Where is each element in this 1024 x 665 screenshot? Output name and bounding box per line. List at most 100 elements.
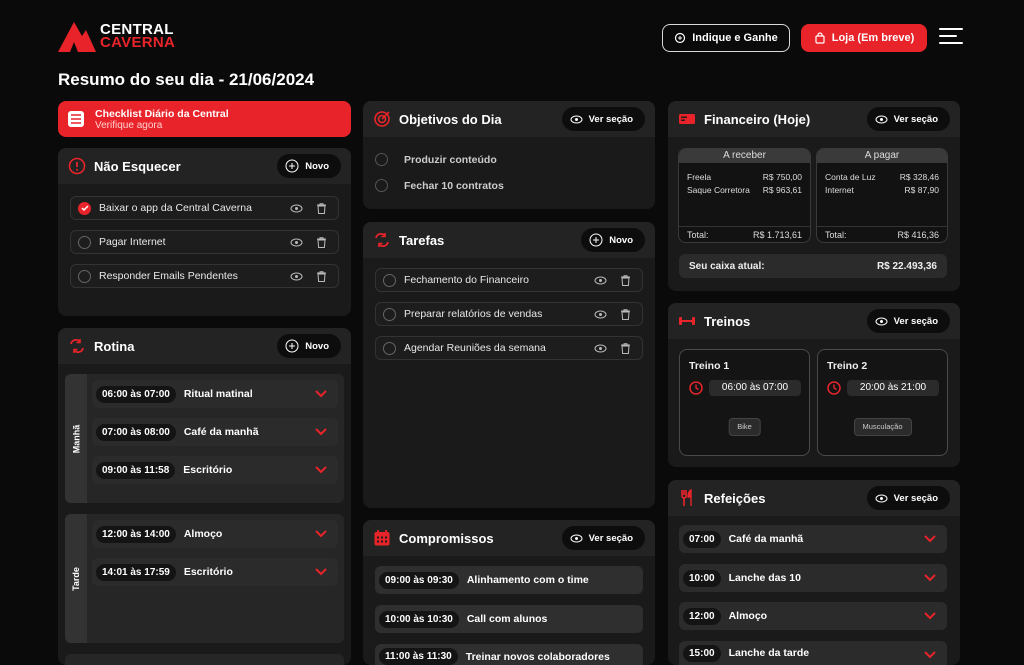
rotina-item-label: Café da manhã — [183, 426, 259, 438]
treino-card[interactable]: Treino 1 06:00 às 07:00 Bike — [679, 349, 810, 456]
unchecked-icon[interactable] — [383, 341, 396, 355]
unchecked-icon[interactable] — [375, 179, 388, 192]
time-pill: 15:00 — [683, 644, 721, 662]
caixa-value: R$ 22.493,36 — [876, 260, 937, 272]
tarefa-item[interactable]: Preparar relatórios de vendas — [375, 302, 643, 326]
eye-icon[interactable] — [290, 236, 303, 249]
novo-label: Novo — [305, 340, 329, 352]
tarefa-item[interactable]: Agendar Reuniões da semana — [375, 336, 643, 360]
time-pill: 09:00 às 09:30 — [379, 571, 459, 589]
trash-icon[interactable] — [315, 202, 328, 215]
eye-icon[interactable] — [594, 308, 607, 321]
alert-icon — [68, 157, 86, 175]
unchecked-icon[interactable] — [383, 273, 396, 287]
money-icon — [679, 114, 695, 124]
rotina-item[interactable]: 06:00 às 07:00 Ritual matinal — [92, 380, 338, 408]
rotina-novo-button[interactable]: Novo — [277, 334, 341, 358]
receber-row: Freela R$ 750,00 — [687, 172, 802, 182]
trash-icon[interactable] — [315, 236, 328, 249]
eye-icon — [875, 494, 888, 502]
a-pagar-box: A pagar Conta de Luz R$ 328,46 Internet R$… — [816, 148, 948, 243]
chevron-down-icon[interactable] — [314, 426, 328, 438]
pagar-total: Total: R$ 416,36 — [817, 226, 947, 242]
plus-circle-icon — [589, 233, 603, 247]
checklist-banner[interactable]: Checklist Diário da Central Verifique ag… — [58, 101, 351, 137]
eye-icon — [570, 115, 583, 123]
checklist-icon — [68, 111, 84, 127]
nao-esquecer-item[interactable]: Pagar Internet — [70, 230, 339, 254]
tarefas-card: Tarefas Novo — [363, 222, 655, 508]
chevron-down-icon[interactable] — [923, 649, 937, 661]
receber-row: Saque Corretora R$ 963,61 — [687, 185, 802, 195]
treino-card[interactable]: Treino 2 20:00 às 21:00 Musculação — [817, 349, 948, 456]
calendar-icon — [374, 530, 390, 546]
chevron-down-icon[interactable] — [923, 610, 937, 622]
ver-secao-label: Ver seção — [893, 113, 938, 125]
loja-label: Loja (Em breve) — [831, 32, 915, 44]
chevron-down-icon[interactable] — [314, 528, 328, 540]
nao-esquecer-item[interactable]: Baixar o app da Central Caverna — [70, 196, 339, 220]
tarefa-item[interactable]: Fechamento do Financeiro — [375, 268, 643, 292]
treinos-ver-secao-button[interactable]: Ver seção — [866, 309, 950, 333]
trash-icon[interactable] — [315, 270, 328, 283]
trash-icon[interactable] — [619, 308, 632, 321]
time-pill: 10:00 — [683, 569, 721, 587]
tarefa-label: Agendar Reuniões da semana — [404, 342, 546, 354]
chevron-down-icon[interactable] — [314, 388, 328, 400]
refeicao-item[interactable]: 15:00 Lanche da tarde — [679, 641, 947, 665]
financeiro-ver-secao-button[interactable]: Ver seção — [866, 107, 950, 131]
clock-icon — [827, 381, 841, 395]
compromisso-item[interactable]: 09:00 às 09:30 Alinhamento com o time — [375, 566, 643, 594]
unchecked-icon[interactable] — [383, 307, 396, 321]
logo[interactable]: CENTRAL CAVERNA — [58, 20, 175, 52]
treino-time: 20:00 às 21:00 — [847, 380, 939, 396]
objetivo-item[interactable]: Fechar 10 contratos — [375, 179, 504, 192]
objetivo-item[interactable]: Produzir conteúdo — [375, 153, 497, 166]
treino-time: 06:00 às 07:00 — [709, 380, 801, 396]
treino-name: Treino 1 — [689, 360, 730, 372]
trash-icon[interactable] — [619, 274, 632, 287]
compromisso-item[interactable]: 10:00 às 10:30 Call com alunos — [375, 605, 643, 633]
unchecked-icon[interactable] — [375, 153, 388, 166]
chevron-down-icon[interactable] — [314, 464, 328, 476]
nao-esquecer-novo-button[interactable]: Novo — [277, 154, 341, 178]
gift-icon — [675, 32, 686, 44]
chevron-down-icon[interactable] — [923, 572, 937, 584]
eye-icon[interactable] — [290, 202, 303, 215]
indique-e-ganhe-button[interactable]: Indique e Ganhe — [662, 24, 790, 52]
eye-icon[interactable] — [594, 342, 607, 355]
refeicao-item[interactable]: 07:00 Café da manhã — [679, 525, 947, 553]
time-pill: 12:00 — [683, 607, 721, 625]
tarefas-novo-button[interactable]: Novo — [581, 228, 645, 252]
period-label: Manhã — [71, 424, 82, 453]
compromisso-item[interactable]: 11:00 às 11:30 Treinar novos colaborador… — [375, 644, 643, 665]
rotina-item[interactable]: 07:00 às 08:00 Café da manhã — [92, 418, 338, 446]
ver-secao-label: Ver seção — [588, 113, 633, 125]
unchecked-icon[interactable] — [78, 269, 91, 283]
rotina-item[interactable]: 09:00 às 11:58 Escritório — [92, 456, 338, 484]
nao-esquecer-item[interactable]: Responder Emails Pendentes — [70, 264, 339, 288]
plus-circle-icon — [285, 159, 299, 173]
compromissos-ver-secao-button[interactable]: Ver seção — [561, 526, 645, 550]
eye-icon[interactable] — [594, 274, 607, 287]
refeicao-label: Lanche das 10 — [728, 572, 801, 584]
refeicao-item[interactable]: 12:00 Almoço — [679, 602, 947, 630]
period-next-partial — [65, 654, 344, 665]
objetivo-label: Fechar 10 contratos — [404, 179, 504, 192]
objetivos-ver-secao-button[interactable]: Ver seção — [561, 107, 645, 131]
chevron-down-icon[interactable] — [314, 566, 328, 578]
a-pagar-title: A pagar — [817, 149, 947, 163]
eye-icon[interactable] — [290, 270, 303, 283]
rotina-item[interactable]: 14:01 às 17:59 Escritório — [92, 558, 338, 586]
unchecked-icon[interactable] — [78, 235, 91, 249]
chevron-down-icon[interactable] — [923, 533, 937, 545]
rotina-item[interactable]: 12:00 às 14:00 Almoço — [92, 520, 338, 548]
refeicoes-ver-secao-button[interactable]: Ver seção — [866, 486, 950, 510]
checklist-subtitle: Verifique agora — [95, 119, 163, 131]
menu-icon[interactable] — [939, 28, 963, 46]
tarefa-label: Preparar relatórios de vendas — [404, 308, 543, 320]
refeicao-item[interactable]: 10:00 Lanche das 10 — [679, 564, 947, 592]
checked-icon[interactable] — [78, 201, 91, 215]
trash-icon[interactable] — [619, 342, 632, 355]
loja-button[interactable]: Loja (Em breve) — [801, 24, 927, 52]
